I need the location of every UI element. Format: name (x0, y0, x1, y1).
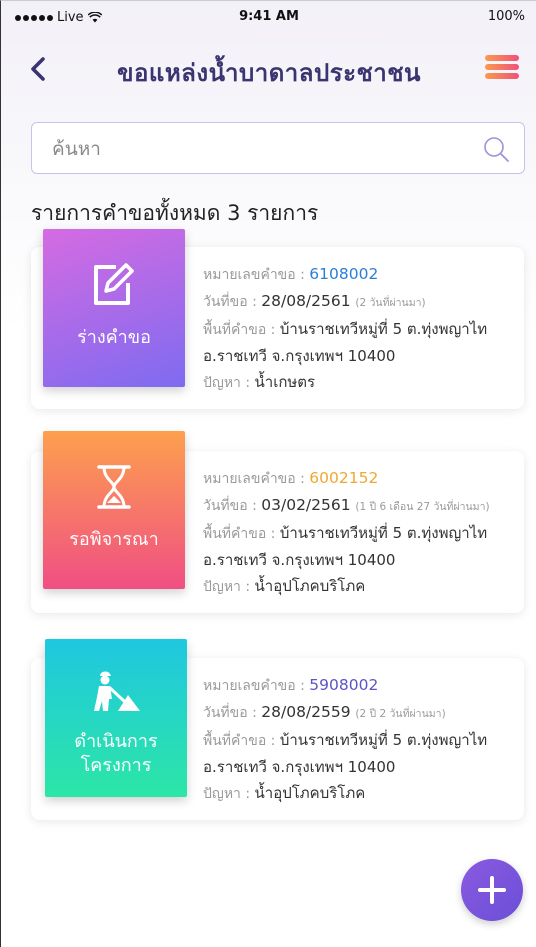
request-card[interactable]: ดำเนินการ โครงการ หมายเลขคำขอ : 5908002 … (31, 639, 524, 820)
edit-icon (94, 263, 134, 305)
request-area: บ้านราชเทวีหมู่ที่ 5 ต.ทุ่งพญาไท (279, 320, 488, 338)
request-date-row: วันที่ขอ : 28/08/2561 (2 วันที่ผ่านมา) (203, 292, 426, 310)
status-bar: Live 9:41 AM 100% (1, 1, 536, 33)
elapsed-time: (2 ปี 2 วันที่ผ่านมา) (355, 708, 446, 720)
request-number-row: หมายเลขคำขอ : 6002152 (203, 469, 379, 487)
request-date-row: วันที่ขอ : 03/02/2561 (1 ปี 6 เดือน 27 ว… (203, 496, 490, 514)
request-details: หมายเลขคำขอ : 6002152 วันที่ขอ : 03/02/2… (203, 465, 490, 600)
status-label: ร่างคำขอ (77, 327, 151, 348)
plus-icon (478, 876, 506, 904)
request-area: บ้านราชเทวีหมู่ที่ 5 ต.ทุ่งพญาไท (279, 524, 488, 542)
request-details: หมายเลขคำขอ : 5908002 วันที่ขอ : 28/08/2… (203, 672, 487, 807)
request-date: 03/02/2561 (261, 496, 351, 514)
request-problem-row: ปัญหา : น้ำอุปโภคบริโภค (203, 784, 366, 802)
request-area-row: พื้นที่คำขอ : บ้านราชเทวีหมู่ที่ 5 ต.ทุ่… (203, 524, 488, 542)
add-request-button[interactable] (461, 859, 523, 921)
status-badge-draft: ร่างคำขอ (43, 229, 185, 387)
request-problem: น้ำอุปโภคบริโภค (254, 784, 366, 802)
status-badge-pending: รอพิจารณา (43, 431, 185, 589)
app-screen: Live 9:41 AM 100% ขอแหล่งน้ำบาดาลประชาชน… (0, 0, 536, 947)
navigation-header: ขอแหล่งน้ำบาดาลประชาชน (1, 41, 536, 97)
request-date: 28/08/2559 (261, 703, 351, 721)
request-area-line2: อ.ราชเทวี จ.กรุงเทพฯ 10400 (203, 347, 396, 365)
page-title: ขอแหล่งน้ำบาดาลประชาชน (117, 59, 421, 87)
status-label: ดำเนินการ (74, 731, 158, 752)
elapsed-time: (1 ปี 6 เดือน 27 วันที่ผ่านมา) (355, 501, 490, 513)
request-area-line2: อ.ราชเทวี จ.กรุงเทพฯ 10400 (203, 551, 396, 569)
request-problem: น้ำอุปโภคบริโภค (254, 577, 366, 595)
hourglass-icon (97, 465, 131, 509)
status-time: 9:41 AM (239, 9, 299, 24)
construction-worker-icon (94, 671, 140, 711)
elapsed-time: (2 วันที่ผ่านมา) (355, 297, 426, 309)
request-number: 5908002 (309, 676, 379, 694)
request-card[interactable]: รอพิจารณา หมายเลขคำขอ : 6002152 วันที่ขอ… (31, 431, 524, 613)
request-problem-row: ปัญหา : น้ำเกษตร (203, 373, 316, 391)
request-number: 6002152 (309, 469, 379, 487)
request-area: บ้านราชเทวีหมู่ที่ 5 ต.ทุ่งพญาไท (279, 731, 488, 749)
status-label: รอพิจารณา (69, 529, 159, 550)
request-number-row: หมายเลขคำขอ : 6108002 (203, 265, 379, 283)
request-count-summary: รายการคำขอทั้งหมด 3 รายการ (31, 201, 319, 225)
request-area-row: พื้นที่คำขอ : บ้านราชเทวีหมู่ที่ 5 ต.ทุ่… (203, 320, 488, 338)
request-date: 28/08/2561 (261, 292, 351, 310)
request-number: 6108002 (309, 265, 379, 283)
search-icon[interactable] (482, 135, 510, 163)
request-area-line2: อ.ราชเทวี จ.กรุงเทพฯ 10400 (203, 758, 396, 776)
request-number-row: หมายเลขคำขอ : 5908002 (203, 676, 379, 694)
hamburger-menu-icon[interactable] (485, 55, 519, 83)
request-area-row: พื้นที่คำขอ : บ้านราชเทวีหมู่ที่ 5 ต.ทุ่… (203, 731, 488, 749)
status-badge-in-progress: ดำเนินการ โครงการ (45, 639, 187, 797)
search-input[interactable] (52, 135, 452, 163)
request-card[interactable]: ร่างคำขอ หมายเลขคำขอ : 6108002 วันที่ขอ … (31, 229, 524, 409)
request-details: หมายเลขคำขอ : 6108002 วันที่ขอ : 28/08/2… (203, 261, 487, 396)
request-date-row: วันที่ขอ : 28/08/2559 (2 ปี 2 วันที่ผ่าน… (203, 703, 446, 721)
search-box (31, 122, 525, 174)
request-problem-row: ปัญหา : น้ำอุปโภคบริโภค (203, 577, 366, 595)
battery-level: 100% (487, 9, 525, 24)
status-label-line2: โครงการ (80, 755, 152, 776)
request-problem: น้ำเกษตร (254, 373, 316, 391)
